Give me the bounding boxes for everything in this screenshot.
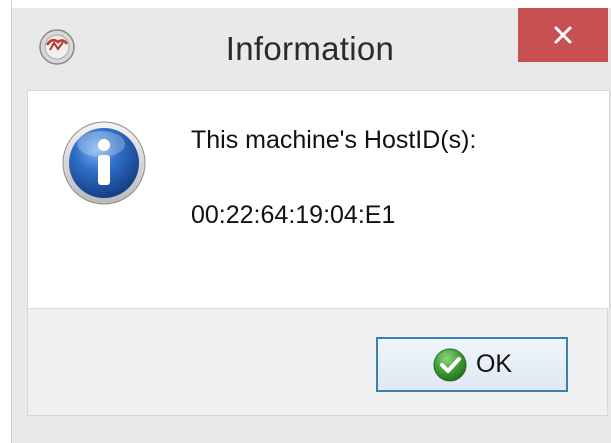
ok-button[interactable]: OK: [376, 337, 568, 392]
title-bar[interactable]: Information: [12, 8, 608, 90]
ok-button-label: OK: [475, 350, 513, 378]
button-bar: OK: [27, 308, 608, 416]
close-button[interactable]: [518, 8, 608, 62]
close-icon: [554, 26, 572, 44]
info-icon: [61, 120, 147, 206]
left-frame: [12, 90, 27, 416]
message-panel: This machine's HostID(s): 00:22:64:19:04…: [27, 90, 610, 309]
hostid-label: This machine's HostID(s):: [191, 126, 477, 154]
check-circle-icon: [433, 348, 467, 381]
outer-top-edge: [0, 0, 611, 8]
outer-left-edge: [0, 0, 12, 443]
information-dialog: Information This machine's HostID(s): 00…: [0, 0, 611, 443]
bottom-frame: [12, 416, 608, 443]
hostid-value: 00:22:64:19:04:E1: [191, 201, 396, 229]
